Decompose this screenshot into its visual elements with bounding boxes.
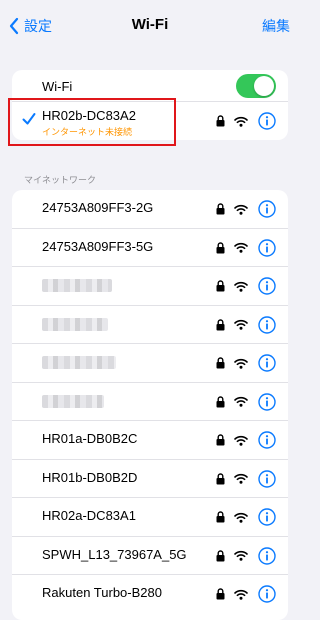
network-row[interactable]: 24753A809FF3-2G	[12, 190, 288, 229]
network-name: Rakuten Turbo-B280	[42, 585, 162, 600]
wifi-icon	[234, 589, 248, 600]
info-icon[interactable]	[258, 315, 276, 334]
info-icon[interactable]	[258, 238, 276, 257]
network-row[interactable]	[12, 267, 288, 306]
info-icon[interactable]	[258, 354, 276, 372]
info-icon[interactable]	[258, 200, 276, 218]
lock-icon	[216, 203, 225, 215]
connected-network-highlight	[8, 98, 176, 146]
wifi-icon	[234, 435, 248, 446]
info-icon[interactable]	[258, 431, 276, 449]
page-title: Wi-Fi	[131, 16, 169, 33]
wifi-icon	[234, 512, 248, 523]
lock-icon	[216, 318, 225, 330]
redacted-network-name	[42, 394, 104, 408]
network-name: 24753A809FF3-2G	[42, 200, 154, 215]
edit-button[interactable]: 編集	[262, 16, 290, 36]
network-row[interactable]: HR01b-DB0B2D	[12, 460, 288, 498]
network-row[interactable]: Rakuten Turbo-B280	[12, 575, 288, 613]
wifi-icon	[234, 204, 248, 215]
network-name: SPWH_L13_73967A_5G	[42, 546, 187, 562]
redacted-network-name	[42, 317, 108, 331]
wifi-icon	[234, 281, 248, 292]
info-icon[interactable]	[258, 585, 276, 603]
wifi-icon	[234, 358, 248, 369]
lock-icon	[216, 588, 225, 600]
network-row[interactable]	[12, 383, 288, 421]
info-icon[interactable]	[258, 508, 276, 526]
network-row[interactable]: SPWH_L13_73967A_5G	[12, 537, 288, 575]
section-header: マイネットワーク	[24, 175, 97, 185]
network-row[interactable]: HR01a-DB0B2C	[12, 421, 288, 460]
my-networks-list: 24753A809FF3-2G 24753A809FF3-5G HR01a-DB0B…	[12, 190, 288, 620]
network-name: HR01a-DB0B2C	[42, 431, 138, 446]
wifi-icon	[234, 319, 248, 330]
lock-icon	[216, 434, 225, 446]
lock-icon	[216, 549, 225, 561]
info-icon[interactable]	[258, 277, 276, 295]
info-icon[interactable]	[258, 546, 276, 565]
network-row[interactable]	[12, 344, 288, 383]
wifi-toggle[interactable]	[236, 74, 276, 98]
wifi-icon	[234, 116, 248, 127]
network-row[interactable]	[12, 306, 288, 344]
wifi-icon	[234, 473, 248, 484]
redacted-network-name	[42, 356, 116, 369]
lock-icon	[216, 395, 225, 407]
navigation-bar: 設定 Wi-Fi 編集	[0, 0, 300, 50]
lock-icon	[216, 472, 225, 484]
network-name: 24753A809FF3-5G	[42, 238, 154, 254]
network-name: HR02a-DC83A1	[42, 508, 136, 523]
wifi-icon	[234, 396, 248, 407]
lock-icon	[216, 115, 225, 127]
wifi-icon	[234, 550, 248, 561]
network-row[interactable]: 24753A809FF3-5G	[12, 229, 288, 267]
network-name: HR01b-DB0B2D	[42, 469, 138, 485]
lock-icon	[216, 241, 225, 253]
wifi-toggle-label: Wi-Fi	[42, 79, 73, 94]
redacted-network-name	[42, 279, 112, 292]
lock-icon	[216, 280, 225, 292]
lock-icon	[216, 511, 225, 523]
info-icon[interactable]	[258, 392, 276, 411]
lock-icon	[216, 357, 225, 369]
wifi-icon	[234, 242, 248, 253]
info-icon[interactable]	[258, 469, 276, 488]
info-icon[interactable]	[258, 112, 276, 130]
network-row[interactable]: HR02a-DC83A1	[12, 498, 288, 537]
